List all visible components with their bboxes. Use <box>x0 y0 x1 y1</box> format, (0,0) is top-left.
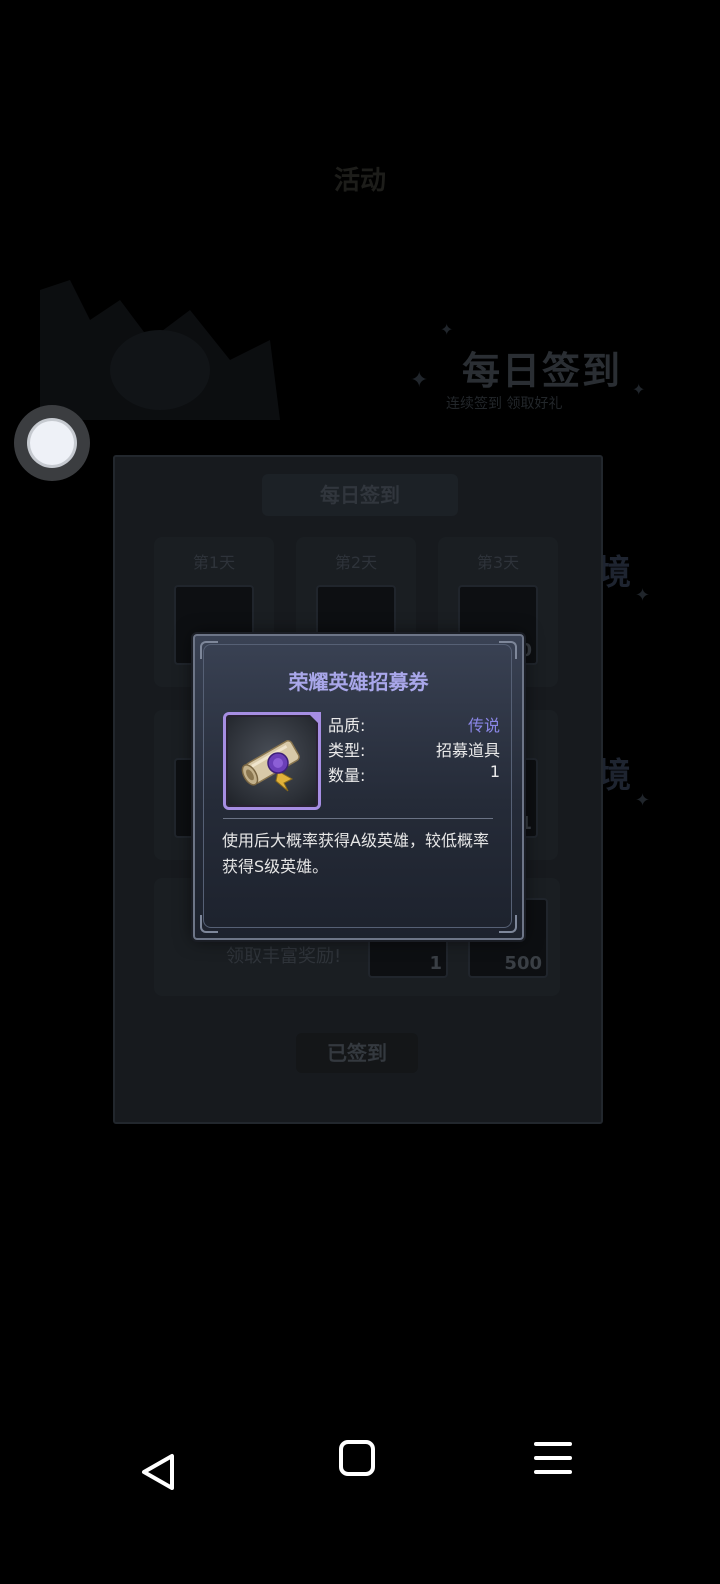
quality-label: 品质: <box>328 716 366 735</box>
reward-count: 500 <box>504 953 542 974</box>
day-label: 第1天 <box>192 553 236 572</box>
day-label: 第2天 <box>334 553 378 572</box>
sparkle-icon: ✦ <box>635 585 651 606</box>
nav-menu-button[interactable] <box>524 1428 584 1488</box>
day-label: 第3天 <box>476 553 520 572</box>
banner-subtitle: 连续签到 领取好礼 <box>446 396 563 412</box>
nav-back-button[interactable] <box>128 1442 188 1502</box>
corner-ornament <box>200 915 218 933</box>
item-tooltip: 荣耀英雄招募券 品质: 传说 类型: 招募道具 数量: 1 使用后大概率获得A级… <box>193 634 524 940</box>
corner-ornament <box>499 641 517 659</box>
divider <box>223 818 493 819</box>
scroll-with-purple-seal-icon <box>241 740 300 792</box>
bonus-reward-text: 领取丰富奖励! <box>226 946 342 967</box>
item-icon-frame <box>223 712 321 810</box>
nav-home-button[interactable] <box>328 1428 388 1488</box>
quantity-value: 1 <box>489 762 500 781</box>
hamburger-menu-icon <box>534 1442 572 1474</box>
quantity-label: 数量: <box>328 766 366 785</box>
item-description: 使用后大概率获得A级英雄，较低概率获得S级英雄。 <box>222 831 489 876</box>
corner-ornament <box>200 641 218 659</box>
page-title: 活动 <box>333 166 386 196</box>
corner-ornament <box>499 915 517 933</box>
quality-value: 传说 <box>467 716 500 735</box>
sparkle-icon: ✦ <box>632 380 646 399</box>
floating-assistive-button[interactable] <box>14 405 90 481</box>
signed-button[interactable]: 已签到 <box>296 1033 418 1073</box>
hero-silhouette <box>40 280 280 420</box>
type-value: 招募道具 <box>435 741 500 760</box>
signin-header: 每日签到 <box>262 474 458 516</box>
assistive-touch-icon <box>30 421 74 465</box>
square-home-icon <box>339 1440 375 1476</box>
triangle-back-icon <box>142 1454 174 1490</box>
sparkle-icon: ✦ <box>410 368 429 393</box>
type-label: 类型: <box>328 741 366 760</box>
item-name: 荣耀英雄招募券 <box>288 670 429 694</box>
reward-count: 1 <box>429 953 442 974</box>
sparkle-icon: ✦ <box>440 320 454 339</box>
banner-title: 每日签到 <box>462 349 623 393</box>
sparkle-icon: ✦ <box>635 790 651 811</box>
